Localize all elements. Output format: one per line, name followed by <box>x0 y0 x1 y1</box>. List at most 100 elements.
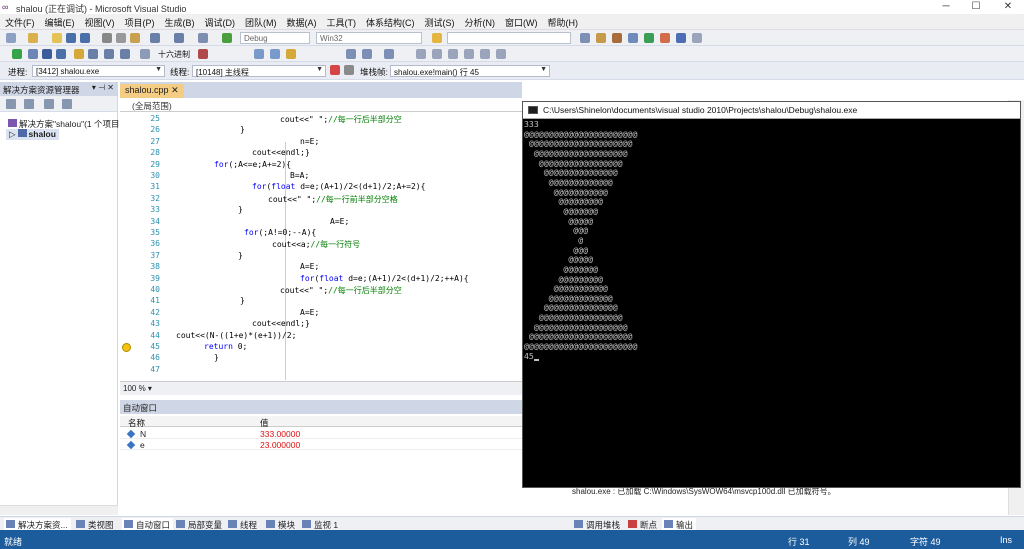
bookmark-icon[interactable] <box>286 49 296 59</box>
code-line[interactable]: for(;A!=0;--A){ <box>244 228 316 237</box>
close-button[interactable]: ✕ <box>994 1 1022 13</box>
tab-output[interactable]: 输出 <box>662 518 697 530</box>
menu-item[interactable]: 视图(V) <box>80 14 120 29</box>
prev-in-folder-icon[interactable] <box>464 49 474 59</box>
menu-item[interactable]: 文件(F) <box>0 14 40 29</box>
tab-class-view[interactable]: 类视图 <box>74 518 117 530</box>
tab-call-stack[interactable]: 调用堆栈 <box>572 518 623 530</box>
code-line[interactable]: for(float d=e;(A+1)/2<(d+1)/2;++A){ <box>300 274 469 283</box>
code-line[interactable]: for(;A<=e;A+=2){ <box>214 160 291 169</box>
refresh-icon[interactable] <box>44 99 54 109</box>
toggle-bookmark-icon[interactable] <box>384 49 394 59</box>
code-line[interactable]: A=E; <box>300 262 319 271</box>
next-in-folder-icon[interactable] <box>480 49 490 59</box>
extension-manager-icon[interactable] <box>660 33 670 43</box>
break-all-icon[interactable] <box>28 49 38 59</box>
menu-item[interactable]: 调试(D) <box>200 14 241 29</box>
console-window[interactable]: C:\Users\Shinelon\documents\visual studi… <box>522 101 1021 488</box>
code-line[interactable]: cout<<" ";//每一行前半部分空格 <box>268 194 398 205</box>
solution-explorer-icon[interactable] <box>580 33 590 43</box>
tab-watch-1[interactable]: 监视 1 <box>300 518 341 530</box>
view-class-diagram-icon[interactable] <box>62 99 72 109</box>
tab-locals[interactable]: 局部变量 <box>174 518 225 530</box>
horizontal-scrollbar[interactable] <box>0 505 118 515</box>
minimize-button[interactable]: ─ <box>932 1 960 13</box>
expand-arrow-icon[interactable]: ▷ <box>9 129 16 139</box>
tab-shalou-cpp[interactable]: shalou.cpp ✕ <box>120 84 184 98</box>
table-row[interactable]: N 333.00000 <box>120 428 522 439</box>
customize-icon[interactable] <box>692 33 702 43</box>
menu-item[interactable]: 数据(A) <box>282 14 322 29</box>
menu-item[interactable]: 窗口(W) <box>500 14 543 29</box>
menu-item[interactable]: 工具(T) <box>322 14 362 29</box>
save-icon[interactable] <box>66 33 76 43</box>
console-output[interactable]: 333 @@@@@@@@@@@@@@@@@@@@@@@ @@@@@@@@@@@@@… <box>523 120 1020 488</box>
prev-bookmark-icon[interactable] <box>416 49 426 59</box>
code-line[interactable]: for(float d=e;(A+1)/2<(d+1)/2;A+=2){ <box>252 182 425 191</box>
code-area[interactable]: 25 cout<<" ";//每一行后半部分空 26} 27 n=E; 28 cout<<e… <box>120 112 522 380</box>
show-all-files-icon[interactable] <box>24 99 34 109</box>
open-file-icon[interactable] <box>52 33 62 43</box>
find-in-files-icon[interactable] <box>432 33 442 43</box>
pin-icon[interactable]: ▾ ⊣ ✕ <box>92 83 114 92</box>
variable-value[interactable]: 23.000000 <box>260 440 300 450</box>
stop-debugging-icon[interactable] <box>42 49 52 59</box>
paste-icon[interactable] <box>130 33 140 43</box>
toolbar-options-icon[interactable] <box>496 49 506 59</box>
maximize-button[interactable]: ☐ <box>962 1 990 13</box>
code-line[interactable]: n=E; <box>300 137 319 146</box>
next-bookmark-icon[interactable] <box>432 49 442 59</box>
outdent-icon[interactable] <box>346 49 356 59</box>
menu-item[interactable]: 测试(S) <box>420 14 460 29</box>
tab-breakpoints[interactable]: 断点 <box>626 518 660 530</box>
code-line[interactable]: B=A; <box>290 171 309 180</box>
code-line[interactable]: A=E; <box>300 308 319 317</box>
new-project-icon[interactable] <box>6 33 16 43</box>
code-line[interactable]: } <box>214 353 219 362</box>
flag-thread-icon[interactable] <box>330 65 340 75</box>
step-out-icon[interactable] <box>120 49 130 59</box>
uncomment-icon[interactable] <box>270 49 280 59</box>
restart-icon[interactable] <box>56 49 66 59</box>
code-line[interactable]: cout<<endl;} <box>252 148 310 157</box>
code-line[interactable]: cout<<(N-((1+e)*(e+1))/2; <box>176 331 296 340</box>
hex-display-button[interactable]: 十六进制 <box>158 49 190 60</box>
properties-icon[interactable] <box>596 33 606 43</box>
menu-item[interactable]: 分析(N) <box>460 14 501 29</box>
process-select[interactable]: [3412] shalou.exe ▼ <box>32 65 165 77</box>
stack-frame-select[interactable]: shalou.exe!main() 行 45 ▼ <box>390 65 550 77</box>
object-browser-icon[interactable] <box>612 33 622 43</box>
undo-icon[interactable] <box>150 33 160 43</box>
code-line[interactable]: } <box>238 251 243 260</box>
code-line[interactable]: cout<<endl;} <box>252 319 310 328</box>
zoom-control[interactable]: 100 % ▾ <box>120 381 522 395</box>
show-next-statement-icon[interactable] <box>74 49 84 59</box>
properties-icon[interactable] <box>6 99 16 109</box>
cut-icon[interactable] <box>102 33 112 43</box>
thread-select[interactable]: [10148] 主线程 ▼ <box>192 65 326 77</box>
add-item-icon[interactable] <box>28 33 38 43</box>
tab-solution-explorer[interactable]: 解决方案资... <box>4 518 71 530</box>
code-line[interactable]: cout<<a;//每一行符号 <box>272 239 360 250</box>
menu-item[interactable]: 编辑(E) <box>40 14 80 29</box>
command-window-icon[interactable] <box>676 33 686 43</box>
console-title-bar[interactable]: C:\Users\Shinelon\documents\visual studi… <box>523 102 1020 119</box>
menu-item[interactable]: 帮助(H) <box>543 14 584 29</box>
configuration-select[interactable]: Debug <box>240 32 310 44</box>
code-line[interactable]: } <box>238 205 243 214</box>
code-line[interactable]: cout<<" ";//每一行后半部分空 <box>280 114 402 125</box>
find-input[interactable] <box>447 32 571 44</box>
indent-icon[interactable] <box>362 49 372 59</box>
step-into-icon[interactable] <box>88 49 98 59</box>
tab-threads[interactable]: 线程 <box>226 518 260 530</box>
clear-bookmarks-icon[interactable] <box>448 49 458 59</box>
code-line[interactable]: } <box>240 296 245 305</box>
close-icon[interactable]: ✕ <box>171 85 179 95</box>
code-line[interactable]: return 0; <box>204 342 247 351</box>
step-over-icon[interactable] <box>104 49 114 59</box>
continue-icon[interactable] <box>12 49 22 59</box>
start-debug-icon[interactable] <box>222 33 232 43</box>
code-line[interactable]: } <box>240 125 245 134</box>
menu-item[interactable]: 项目(P) <box>120 14 160 29</box>
scope-dropdown[interactable]: (全局范围) <box>120 98 522 112</box>
